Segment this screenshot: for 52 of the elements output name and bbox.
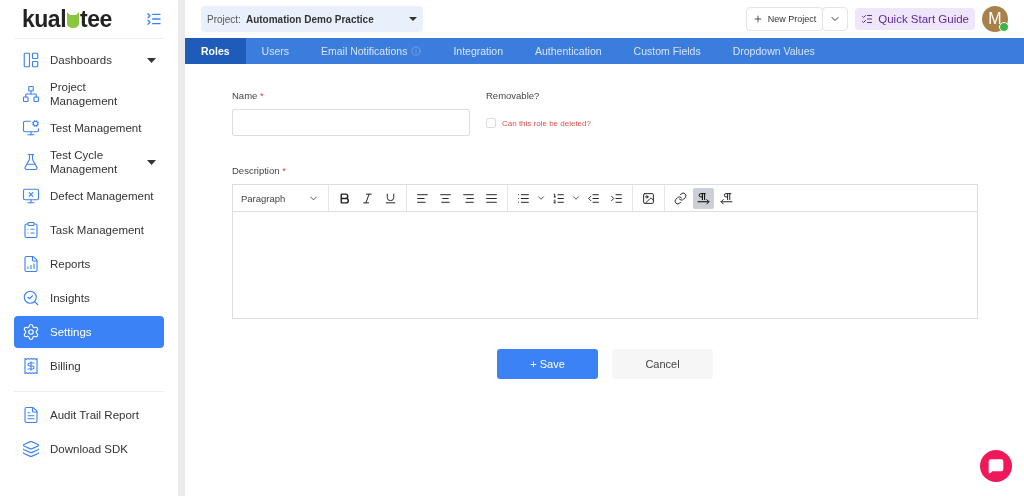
avatar[interactable]: M [982, 6, 1008, 32]
menu-icon [22, 357, 40, 375]
caret-icon [409, 17, 417, 21]
sidebar-item[interactable]: Task Management [14, 214, 164, 246]
chat-button[interactable] [980, 450, 1012, 482]
checkbox-label: Can this role be deleted? [502, 118, 591, 128]
info-icon [411, 46, 422, 56]
description-editor[interactable]: Paragraph [232, 184, 978, 319]
sidebar-item[interactable]: Audit Trail Report [14, 399, 164, 431]
caret-icon [147, 57, 156, 63]
sidebar-item[interactable]: Test Cycle Management [14, 146, 164, 178]
scrollbar[interactable] [178, 0, 185, 496]
menu-icon [22, 406, 40, 424]
logo-text: tee [80, 5, 112, 33]
field-label: Removable? [486, 90, 541, 101]
logo-text: kual [22, 5, 67, 33]
menu-icon [22, 51, 40, 69]
menu-icon [22, 85, 40, 103]
cancel-button[interactable]: Cancel [612, 349, 713, 379]
list-icon [861, 13, 874, 25]
field-label: Name * [232, 90, 265, 101]
format-dropdown[interactable]: Paragraph [237, 192, 323, 204]
plus-icon [752, 14, 763, 24]
sidebar-item[interactable]: Settings [14, 316, 164, 348]
pilcrow-right-icon[interactable] [693, 187, 714, 209]
save-button[interactable]: + Save [497, 349, 598, 379]
menu-icon [22, 119, 40, 137]
sidebar-item[interactable]: Billing [14, 350, 164, 382]
sidebar-item[interactable]: Project Management [14, 78, 164, 110]
field-label: Description * [232, 165, 286, 176]
sidebar-item[interactable]: Reports [14, 248, 164, 280]
sidebar-item[interactable]: Dashboards [14, 44, 164, 76]
sidebar-item[interactable]: Test Management [14, 112, 164, 144]
menu-icon [22, 187, 40, 205]
sidebar-item[interactable]: Defect Management [14, 180, 164, 212]
tab[interactable]: Roles [185, 38, 246, 64]
quick-start-button[interactable]: Quick Start Guide [855, 8, 975, 30]
owl-icon [66, 10, 81, 28]
menu-icon [22, 255, 40, 273]
chat-icon [988, 458, 1004, 474]
collapse-icon[interactable] [146, 11, 162, 27]
caret-icon [147, 159, 156, 165]
name-field[interactable] [232, 109, 470, 136]
menu-icon [22, 440, 40, 458]
project-selector[interactable]: Project: Automation Demo Practice [201, 6, 423, 32]
menu-icon [22, 323, 40, 341]
menu-icon [22, 153, 40, 171]
menu-icon [22, 289, 40, 307]
menu-icon [22, 221, 40, 239]
sidebar-item[interactable]: Download SDK [14, 433, 164, 465]
checkbox[interactable] [486, 118, 496, 128]
sidebar-item[interactable]: Insights [14, 282, 164, 314]
